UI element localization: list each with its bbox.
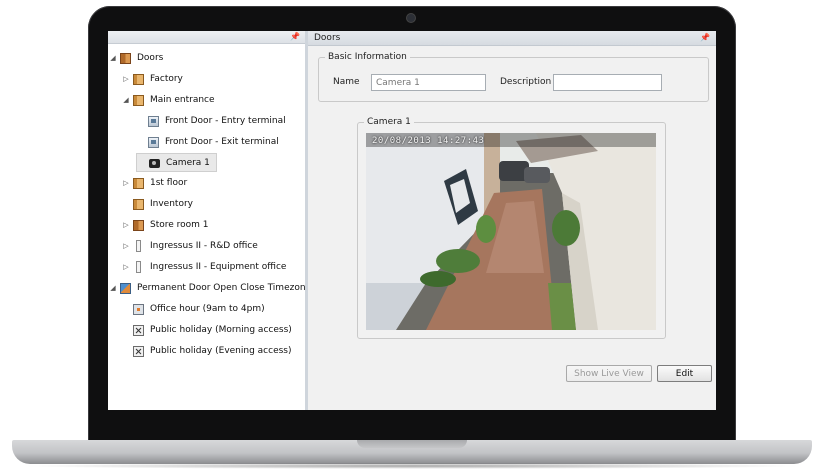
tree-item-office-hour[interactable]: Office hour (9am to 4pm) (121, 301, 265, 317)
folder-icon (133, 198, 144, 210)
tree-panel-header: 📌 (108, 31, 305, 44)
description-field[interactable] (553, 74, 662, 91)
tree-item-holiday-morning[interactable]: Public holiday (Morning access) (121, 322, 292, 338)
tree-item-label: Permanent Door Open Close Timezone (137, 283, 312, 293)
basic-information-group: Basic Information Name Description (318, 51, 709, 102)
tree-item-label: Front Door - Entry terminal (165, 116, 286, 126)
terminal-icon (148, 115, 159, 127)
doors-folder-icon (120, 52, 131, 64)
folder-icon (133, 73, 144, 85)
expand-icon[interactable]: ▷ (121, 263, 131, 271)
tree-item-exit-terminal[interactable]: Front Door - Exit terminal (136, 134, 279, 150)
group-legend: Camera 1 (364, 116, 414, 128)
expand-icon[interactable]: ▷ (121, 75, 131, 83)
tree-item-rd-office[interactable]: ▷ Ingressus II - R&D office (121, 238, 258, 254)
panel-title: Doors (314, 33, 341, 43)
tree-item-equipment-office[interactable]: ▷ Ingressus II - Equipment office (121, 259, 286, 275)
tree-item-label: 1st floor (150, 178, 188, 188)
folder-icon (133, 94, 144, 106)
holiday-icon (133, 324, 144, 336)
tree-item-label: Public holiday (Morning access) (150, 325, 292, 335)
laptop-notch (357, 440, 467, 448)
tree-item-main-entrance[interactable]: ◢ Main entrance (121, 92, 215, 108)
screen: 📌 ◢ Doors ▷ Factory ◢ Main entrance Fron… (108, 31, 716, 410)
collapse-icon[interactable]: ◢ (108, 54, 118, 62)
tree-item-camera-1[interactable]: Camera 1 (136, 153, 217, 172)
camera-feed[interactable]: 20/08/2013 14:27:43 (366, 133, 656, 330)
tree-item-label: Inventory (150, 199, 193, 209)
tree-item-entry-terminal[interactable]: Front Door - Entry terminal (136, 113, 286, 129)
tree-item-label: Camera 1 (166, 157, 210, 168)
tree-item-timezone[interactable]: ◢ Permanent Door Open Close Timezone (108, 280, 311, 296)
reader-icon (136, 261, 141, 273)
tree-item-store-room-1[interactable]: ▷ Store room 1 (121, 217, 209, 233)
tree-item-holiday-evening[interactable]: Public holiday (Evening access) (121, 343, 292, 359)
folder-icon (133, 177, 144, 189)
detail-panel-header: Doors 📌 (308, 31, 716, 46)
webcam-icon (407, 14, 415, 22)
camera-icon (149, 159, 160, 168)
timezone-icon (120, 282, 131, 294)
tree-item-label: Ingressus II - Equipment office (150, 262, 287, 272)
laptop-shadow (20, 463, 804, 469)
collapse-icon[interactable]: ◢ (121, 96, 131, 104)
group-legend: Basic Information (325, 51, 410, 63)
expand-icon[interactable]: ▷ (121, 221, 131, 229)
name-label: Name (333, 77, 360, 87)
detail-panel: Doors 📌 Basic Information Name Descripti… (308, 31, 716, 410)
tree-item-factory[interactable]: ▷ Factory (121, 71, 183, 87)
tree-item-label: Public holiday (Evening access) (150, 346, 292, 356)
tree-item-label: Main entrance (150, 95, 215, 105)
tree-item-inventory[interactable]: Inventory (121, 196, 193, 212)
description-label: Description (500, 77, 552, 87)
tree-item-label: Store room 1 (150, 220, 209, 230)
expand-icon[interactable]: ▷ (121, 242, 131, 250)
reader-icon (136, 240, 141, 252)
terminal-icon (148, 136, 159, 148)
pin-icon[interactable]: 📌 (290, 31, 300, 43)
camera-timestamp: 20/08/2013 14:27:43 (372, 136, 485, 146)
tree-panel: 📌 ◢ Doors ▷ Factory ◢ Main entrance Fron… (108, 31, 311, 410)
camera-feed-image (366, 133, 656, 330)
door-icon (133, 219, 144, 231)
tree-item-label: Doors (137, 53, 164, 63)
edit-button[interactable]: Edit (657, 365, 712, 382)
collapse-icon[interactable]: ◢ (108, 284, 118, 292)
tree-item-label: Factory (150, 74, 183, 84)
tree-item-label: Ingressus II - R&D office (150, 241, 258, 251)
holiday-icon (133, 345, 144, 357)
tree-item-label: Office hour (9am to 4pm) (150, 304, 265, 314)
tree-item-label: Front Door - Exit terminal (165, 137, 279, 147)
pin-icon[interactable]: 📌 (700, 31, 710, 45)
show-live-view-button[interactable]: Show Live View (566, 365, 652, 382)
tree-item-doors[interactable]: ◢ Doors (108, 50, 163, 66)
expand-icon[interactable]: ▷ (121, 179, 131, 187)
clock-icon (133, 303, 144, 315)
name-field[interactable] (371, 74, 486, 91)
tree-item-1st-floor[interactable]: ▷ 1st floor (121, 175, 187, 191)
